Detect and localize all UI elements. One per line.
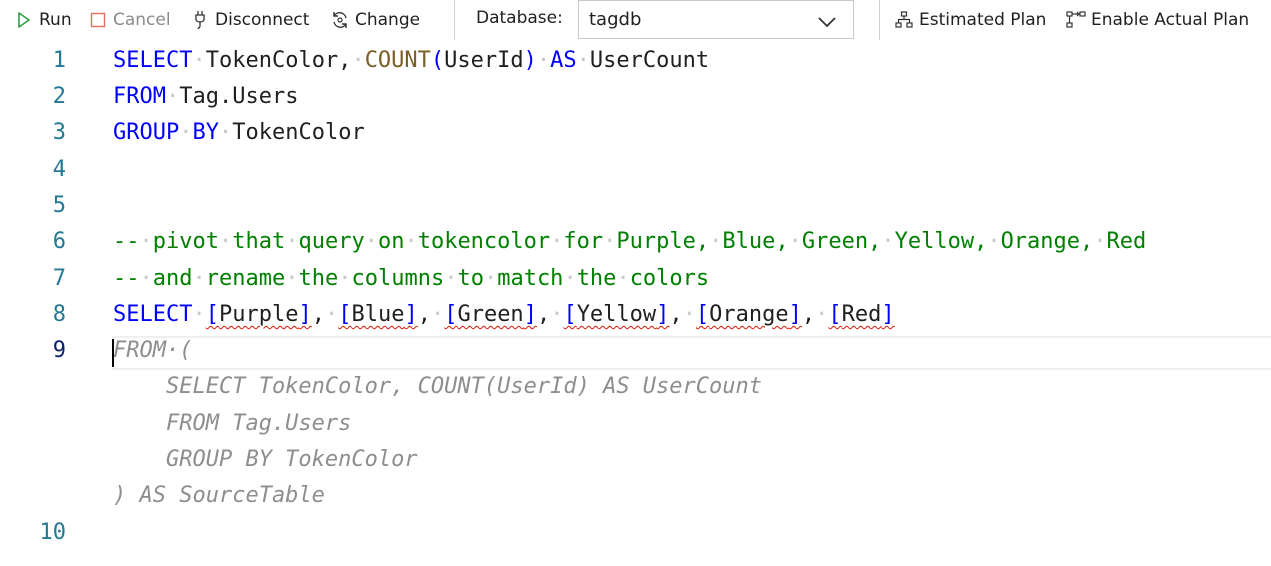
paren: ( <box>430 48 445 73</box>
cancel-button[interactable]: Cancel <box>88 8 171 32</box>
ghost-suggestion-line-3: FROM Tag.Users <box>113 411 352 436</box>
line-number: 8 <box>52 302 66 327</box>
paren: ) <box>523 48 537 73</box>
refresh-icon <box>330 10 350 30</box>
code-line-6-comment: --·pivot·that·query·on·tokencolor·for·Pu… <box>113 229 1147 254</box>
line-number: 3 <box>52 120 66 145</box>
bracket-identifier-yellow: [Yellow] <box>563 302 670 327</box>
bracket-identifier-purple: [Purple] <box>205 302 312 327</box>
toolbar-divider <box>879 0 880 40</box>
keyword: SELECT <box>113 48 193 73</box>
change-connection-button[interactable]: Change <box>330 8 420 32</box>
database-value: tagdb <box>589 9 642 30</box>
line-number: 1 <box>52 48 66 73</box>
code-line-8: SELECT·[Purple],·[Blue],·[Green],·[Yello… <box>113 302 895 327</box>
keyword: SELECT <box>113 302 193 327</box>
line-number-active: 9 <box>52 338 66 363</box>
toolbar-divider <box>454 0 455 40</box>
text-cursor <box>112 339 114 367</box>
disconnect-button[interactable]: Disconnect <box>190 8 309 32</box>
identifier: UserCount <box>589 48 710 73</box>
keyword: BY <box>192 120 219 145</box>
identifier: UserId <box>444 48 524 73</box>
ghost-suggestion-line-2: SELECT TokenColor, COUNT(UserId) AS User… <box>113 374 763 399</box>
function-name: COUNT <box>364 48 431 73</box>
code-line-7-comment: --·and·rename·the·columns·to·match·the·c… <box>113 266 710 291</box>
stop-icon <box>88 10 108 30</box>
current-line-highlight <box>112 336 1271 370</box>
run-button[interactable]: Run <box>14 8 72 32</box>
keyword: GROUP <box>113 120 180 145</box>
code-line-2: FROM·Tag.Users <box>113 84 299 109</box>
ghost-suggestion-line-4: GROUP BY TokenColor <box>113 447 418 472</box>
line-number: 7 <box>52 266 66 291</box>
database-select[interactable]: tagdb <box>578 0 854 39</box>
database-label: Database: <box>476 8 563 28</box>
enable-actual-plan-label: Enable Actual Plan <box>1091 10 1250 30</box>
line-number: 4 <box>52 157 66 182</box>
bracket-identifier-green: [Green] <box>444 302 537 327</box>
plan-flow-icon <box>1066 10 1086 30</box>
keyword: FROM <box>113 84 166 109</box>
run-label: Run <box>39 10 72 30</box>
chevron-down-icon <box>817 13 837 34</box>
code-line-1: SELECT·TokenColor,·COUNT(UserId)·AS·User… <box>113 48 710 73</box>
disconnect-plug-icon <box>190 10 210 30</box>
enable-actual-plan-button[interactable]: Enable Actual Plan <box>1066 8 1249 32</box>
identifier: Tag.Users <box>179 84 299 109</box>
line-number: 2 <box>52 84 66 109</box>
change-label: Change <box>355 10 421 30</box>
line-number: 6 <box>52 229 66 254</box>
hierarchy-icon <box>894 10 914 30</box>
line-number: 5 <box>52 193 66 218</box>
bracket-identifier-orange: [Orange] <box>695 302 802 327</box>
line-number: 10 <box>39 520 67 545</box>
keyword: AS <box>550 48 577 73</box>
code-line-3: GROUP·BY·TokenColor <box>113 120 365 145</box>
cancel-label: Cancel <box>113 10 171 30</box>
estimated-plan-label: Estimated Plan <box>919 10 1047 30</box>
bracket-identifier-red: [Red] <box>828 302 895 327</box>
query-toolbar: Run Cancel Disconnect Change Database: t… <box>0 0 1271 40</box>
sql-editor[interactable]: 1 2 3 4 5 6 7 8 9 10 SELECT·TokenColor,·… <box>0 44 1271 566</box>
disconnect-label: Disconnect <box>215 10 310 30</box>
identifier: TokenColor, <box>205 48 352 73</box>
ghost-suggestion-line-5: ) AS SourceTable <box>113 483 325 508</box>
bracket-identifier-blue: [Blue] <box>338 302 418 327</box>
identifier: TokenColor <box>232 120 365 145</box>
estimated-plan-button[interactable]: Estimated Plan <box>894 8 1046 32</box>
play-icon <box>14 10 34 30</box>
ghost-suggestion-line-1: FROM·( <box>113 338 193 363</box>
